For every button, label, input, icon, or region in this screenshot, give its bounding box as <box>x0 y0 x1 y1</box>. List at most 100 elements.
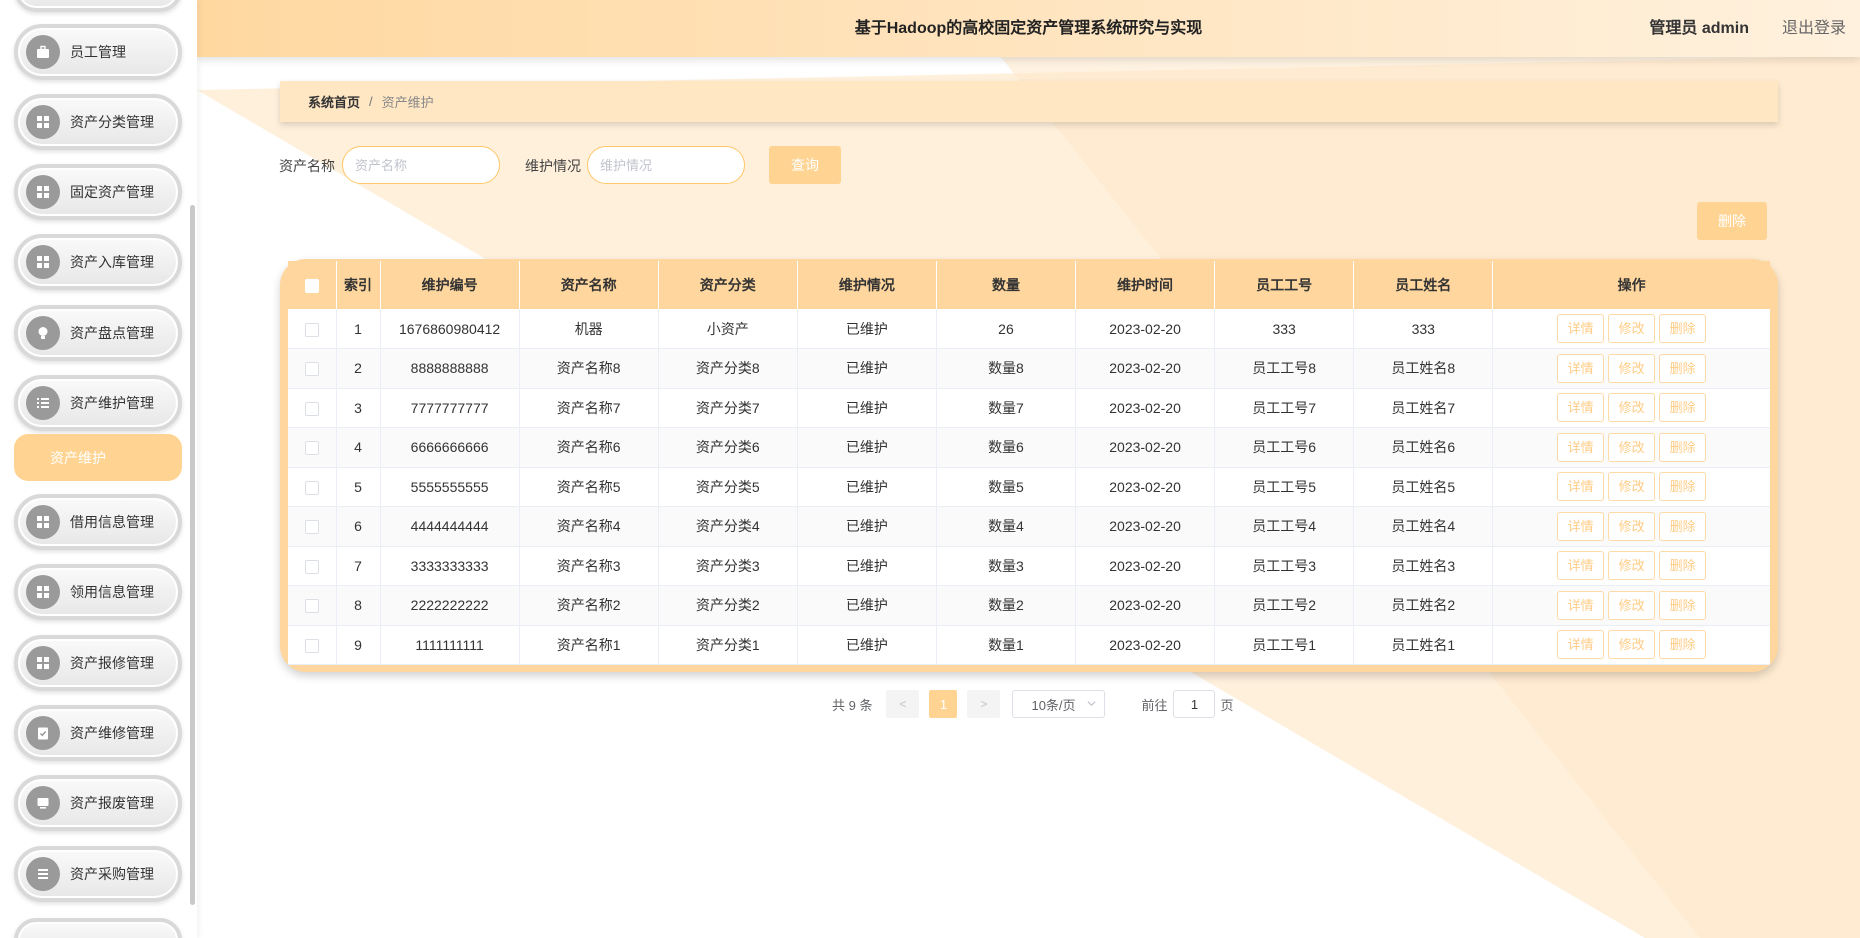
sidebar-item[interactable]: 资产维修管理 <box>14 705 182 761</box>
page-number-button[interactable]: 1 <box>929 690 958 718</box>
breadcrumb: 系统首页 / 资产维护 <box>280 81 1778 122</box>
column-header: 操作 <box>1492 261 1770 309</box>
edit-button[interactable]: 修改 <box>1608 511 1656 541</box>
code-cell: 4444444444 <box>380 506 520 547</box>
sidebar-item[interactable]: 借用信息管理 <box>14 494 182 550</box>
delete-button[interactable]: 删除 <box>1659 353 1707 383</box>
detail-button[interactable]: 详情 <box>1557 314 1605 343</box>
actions-cell: 详情 修改 删除 <box>1492 506 1770 547</box>
edit-button[interactable]: 修改 <box>1608 314 1656 343</box>
prev-page-button[interactable]: < <box>886 690 920 718</box>
index-cell: 1 <box>336 309 381 349</box>
sidebar-item[interactable]: 资产采购管理 <box>14 846 182 902</box>
select-all-checkbox[interactable] <box>304 279 319 294</box>
delete-button[interactable]: 删除 <box>1659 551 1707 581</box>
maint-status-label: 维护情况 <box>525 158 581 174</box>
delete-button[interactable]: 删除 <box>1659 630 1707 660</box>
quantity-cell: 数量8 <box>936 348 1077 389</box>
table-row: 3 7777777777 资产名称7 资产分类7 已维护 数量7 2023-02-20 员工工… <box>288 388 1770 428</box>
actions-cell: 详情 修改 删除 <box>1492 309 1770 349</box>
employee-name-cell: 员工姓名2 <box>1353 585 1494 626</box>
asset-name-input[interactable] <box>342 146 500 184</box>
menu-icon <box>26 857 60 891</box>
row-checkbox[interactable] <box>304 401 319 416</box>
delete-button[interactable]: 删除 <box>1659 432 1707 462</box>
column-header: 维护编号 <box>380 261 520 309</box>
next-page-button[interactable]: > <box>967 690 1001 718</box>
bulb-icon <box>26 316 60 350</box>
row-checkbox[interactable] <box>304 362 319 377</box>
delete-button[interactable]: 删除 <box>1659 314 1707 343</box>
row-checkbox[interactable] <box>304 559 319 574</box>
sidebar-item[interactable]: 资产报修管理 <box>14 635 182 691</box>
sidebar-subitem-asset-maintenance[interactable]: 资产维护 <box>14 434 182 481</box>
asset-name-cell: 资产名称6 <box>519 427 659 468</box>
delete-selected-button[interactable]: 删除 <box>1697 202 1767 240</box>
quantity-cell: 数量5 <box>936 467 1077 507</box>
detail-button[interactable]: 详情 <box>1557 590 1605 620</box>
code-cell: 8888888888 <box>380 348 520 389</box>
delete-button[interactable]: 删除 <box>1659 393 1707 423</box>
edit-button[interactable]: 修改 <box>1608 630 1656 660</box>
detail-button[interactable]: 详情 <box>1557 511 1605 541</box>
row-checkbox[interactable] <box>304 638 319 653</box>
column-header: 资产分类 <box>658 261 798 309</box>
sidebar-item[interactable]: 资产分类管理 <box>14 94 182 150</box>
jump-page-input[interactable] <box>1173 690 1216 718</box>
select-cell <box>288 467 337 507</box>
sidebar-item[interactable]: 固定资产管理 <box>14 164 182 220</box>
sidebar-item[interactable]: 资产报废管理 <box>14 775 182 831</box>
pagination: 共 9 条 < 1 > 10条/页 前往 页 <box>832 690 1234 718</box>
grid-icon <box>26 105 60 139</box>
sidebar-subitem-label: 资产维护 <box>50 449 106 466</box>
detail-button[interactable]: 详情 <box>1557 432 1605 462</box>
edit-button[interactable]: 修改 <box>1608 353 1656 383</box>
breadcrumb-home[interactable]: 系统首页 <box>308 92 360 111</box>
page-size-select[interactable]: 10条/页 <box>1012 690 1106 718</box>
row-checkbox[interactable] <box>304 480 319 495</box>
sidebar-item[interactable]: 领用信息管理 <box>14 564 182 620</box>
row-checkbox[interactable] <box>304 322 319 337</box>
sidebar-item-partial-top[interactable] <box>14 0 182 12</box>
select-cell <box>288 388 337 428</box>
detail-button[interactable]: 详情 <box>1557 630 1605 660</box>
delete-button[interactable]: 删除 <box>1659 511 1707 541</box>
sidebar-item[interactable]: 资产维护管理 <box>14 375 182 431</box>
asset-name-cell: 资产名称5 <box>519 467 659 507</box>
date-cell: 2023-02-20 <box>1075 388 1216 428</box>
edit-button[interactable]: 修改 <box>1608 551 1656 581</box>
delete-button[interactable]: 删除 <box>1659 472 1707 502</box>
sidebar-item[interactable]: 资产入库管理 <box>14 234 182 290</box>
query-button[interactable]: 查询 <box>769 146 841 184</box>
detail-button[interactable]: 详情 <box>1557 393 1605 423</box>
sidebar-item[interactable]: 资产盘点管理 <box>14 305 182 361</box>
category-cell: 资产分类3 <box>658 546 798 586</box>
sidebar-item[interactable]: 员工管理 <box>14 24 182 80</box>
sidebar-item-label: 资产盘点管理 <box>70 325 154 341</box>
date-cell: 2023-02-20 <box>1075 427 1216 468</box>
edit-button[interactable]: 修改 <box>1608 432 1656 462</box>
sidebar-item-label: 员工管理 <box>70 44 126 60</box>
row-checkbox[interactable] <box>304 520 319 535</box>
row-checkbox[interactable] <box>304 441 319 456</box>
employee-name-cell: 员工姓名8 <box>1353 348 1494 389</box>
edit-button[interactable]: 修改 <box>1608 472 1656 502</box>
sidebar-item-label: 资产分类管理 <box>70 114 154 130</box>
detail-button[interactable]: 详情 <box>1557 551 1605 581</box>
sidebar-item-partial-bottom[interactable] <box>14 918 182 938</box>
sidebar-scrollbar[interactable] <box>190 205 195 905</box>
logout-link[interactable]: 退出登录 <box>1782 0 1846 57</box>
date-cell: 2023-02-20 <box>1075 467 1216 507</box>
edit-button[interactable]: 修改 <box>1608 590 1656 620</box>
delete-button[interactable]: 删除 <box>1659 590 1707 620</box>
detail-button[interactable]: 详情 <box>1557 353 1605 383</box>
detail-button[interactable]: 详情 <box>1557 472 1605 502</box>
edit-button[interactable]: 修改 <box>1608 393 1656 423</box>
maint-status-input[interactable] <box>587 146 745 184</box>
sidebar-item-label: 借用信息管理 <box>70 514 154 530</box>
top-header: 基于Hadoop的高校固定资产管理系统研究与实现 管理员 admin 退出登录 <box>197 0 1860 57</box>
column-header: 数量 <box>936 261 1077 309</box>
row-checkbox[interactable] <box>304 599 319 614</box>
page-size-value: 10条/页 <box>1031 697 1076 713</box>
date-cell: 2023-02-20 <box>1075 309 1216 349</box>
